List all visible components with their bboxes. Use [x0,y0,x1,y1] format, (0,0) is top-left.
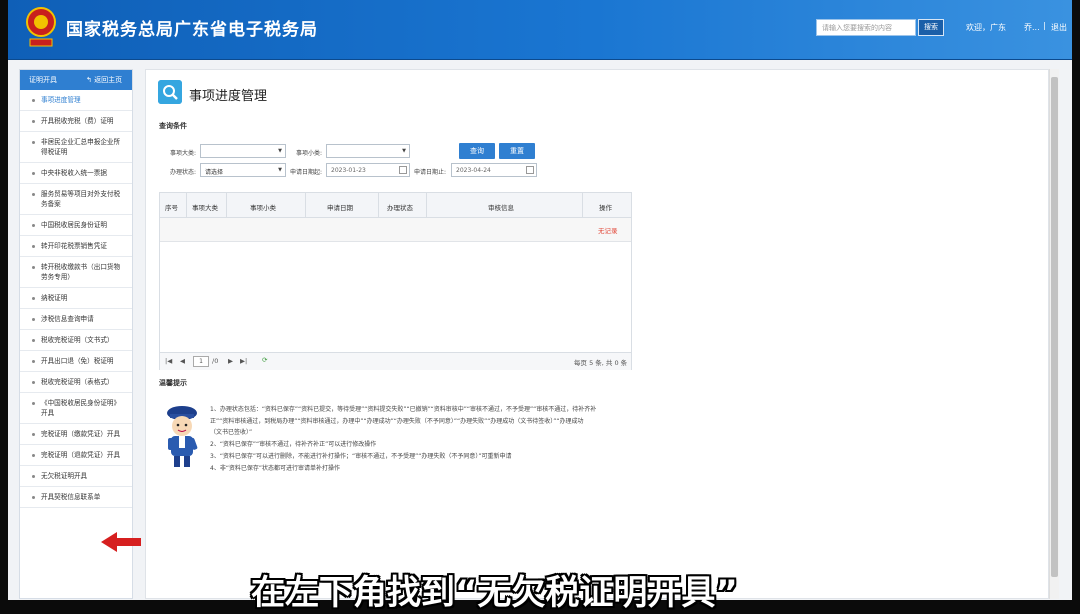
tip-line: 3、“资料已保存”可以进行删除，不能进行补打操作；“审核不通过，不予受理”“办理… [210,453,512,460]
prev-page-icon[interactable]: ◀ [180,357,185,365]
tip-line: 2、“资料已保存”“审核不通过，待补齐补正”可以进行修改操作 [210,441,377,448]
col-divider [426,193,427,218]
sidebar-item-table-cert[interactable]: 税收完税证明（表格式） [20,372,132,393]
sidebar-item-info-query[interactable]: 涉税信息查询申请 [20,309,132,330]
status-select[interactable]: 请选择 ▼ [200,163,286,177]
end-date-value: 2023-04-24 [456,167,491,174]
search-input[interactable]: 请输入您要搜索的内容 [816,19,916,36]
user-name[interactable]: 乔... [1024,22,1040,33]
end-date-label: 申请日期止: [414,169,447,176]
sidebar-item-deed-tax[interactable]: 开具契税信息联系单 [20,487,132,508]
tax-officer-mascot-icon [167,406,198,467]
col-status: 办理状态 [387,204,413,212]
no-record-text: 无记录 [598,227,618,235]
first-page-icon[interactable]: |◀ [165,357,172,365]
back-arrow-icon: ↰ [86,76,95,84]
reset-button[interactable]: 重置 [499,143,535,159]
sidebar-item-payment-voucher[interactable]: 完税证明（缴款凭证）开具 [20,424,132,445]
last-page-icon[interactable]: ▶| [240,357,247,365]
search-button[interactable]: 搜索 [918,19,944,36]
sidebar-item-export-payment[interactable]: 转开税收缴款书（出口货物劳务专用） [20,257,132,288]
query-section-label: 查询条件 [159,122,187,130]
tip-line: 1、办理状态包括：“资料已保存”“资料已提交，等待受理”“资料提交失败”“已撤销… [210,406,597,413]
start-date-input[interactable]: 2023-01-23 [326,163,410,177]
col-apply-date: 申请日期 [327,204,353,212]
result-table: 序号 事项大类 事项小类 申请日期 办理状态 审核信息 操作 |◀ ◀ 1 /0… [159,192,632,370]
page-title: 事项进度管理 [189,89,268,104]
query-button[interactable]: 查询 [459,143,495,159]
sidebar-item-progress[interactable]: 事项进度管理 [20,90,132,111]
chevron-down-icon: ▼ [278,167,282,173]
refresh-icon[interactable]: ⟳ [262,356,267,364]
status-label: 办理状态: [170,169,197,176]
sidebar-item-tax-payment-cert[interactable]: 开具税收完税（费）证明 [20,111,132,132]
sidebar-item-resident-cert[interactable]: 中国税收居民身份证明 [20,215,132,236]
sidebar-item-resident-cert-issue[interactable]: 《中国税收居民身份证明》开具 [20,393,132,424]
tips-title: 温馨提示 [159,379,187,387]
sidebar-header: 证明开具 ↰ 返回主页 [20,70,132,90]
status-select-value: 请选择 [205,169,224,176]
sidebar-item-foreign-payment[interactable]: 服务贸易等项目对外支付税务备案 [20,184,132,215]
col-divider [226,193,227,218]
calendar-icon[interactable] [399,166,407,174]
scroll-thumb[interactable] [1051,77,1058,577]
main-scrollbar[interactable] [1049,69,1059,599]
matter-sub-select[interactable]: ▼ [326,144,410,158]
col-matter-type: 事项大类 [192,204,218,212]
col-operation: 操作 [599,204,612,212]
col-index: 序号 [165,204,178,212]
top-banner: 国家税务总局广东省电子税务局 请输入您要搜索的内容 搜索 欢迎，广东 乔... … [8,0,1072,60]
sidebar-item-doc-cert[interactable]: 税收完税证明（文书式） [20,330,132,351]
table-header: 序号 事项大类 事项小类 申请日期 办理状态 审核信息 操作 [160,193,631,218]
col-divider [582,193,583,218]
screen: 国家税务总局广东省电子税务局 请输入您要搜索的内容 搜索 欢迎，广东 乔... … [0,0,1080,613]
col-divider [305,193,306,218]
chevron-down-icon: ▼ [402,148,406,154]
sidebar-item-tax-cert[interactable]: 纳税证明 [20,288,132,309]
welcome-text: 欢迎，广东 [966,23,1006,32]
total-pages: /0 [212,357,219,365]
tip-line: 4、非“资料已保存”状态都可进行审请单补打操作 [210,465,341,472]
sidebar-title: 证明开具 [29,76,57,84]
site-title: 国家税务总局广东省电子税务局 [66,20,318,40]
matter-type-label: 事项大类: [170,150,197,157]
red-arrow-icon [101,532,141,552]
next-page-icon[interactable]: ▶ [228,357,233,365]
header-separator: | [1043,21,1046,30]
end-date-input[interactable]: 2023-04-24 [451,163,537,177]
tip-line: （文书已签收）” [210,429,253,436]
logout-link[interactable]: 退出 [1051,22,1067,33]
sidebar: 证明开具 ↰ 返回主页 事项进度管理 开具税收完税（费）证明 非居民企业汇总申报… [19,69,133,599]
matter-type-select[interactable]: ▼ [200,144,286,158]
back-home-label: 返回主页 [94,76,123,84]
matter-sub-label: 事项小类: [296,150,323,157]
sidebar-item-nonresident-cert[interactable]: 非居民企业汇总申报企业所得税证明 [20,132,132,163]
tip-line: 正”“资料审核通过，到税局办理”“资料审核通过，办理中”“办理成功”“办理失败（… [210,418,584,425]
search-icon [158,80,182,104]
table-pager: |◀ ◀ 1 /0 ▶ ▶| ⟳ 每页 5 条, 共 0 条 [160,352,631,370]
page-number-input[interactable]: 1 [193,356,209,367]
start-date-label: 申请日期起: [290,169,323,176]
back-home-link[interactable]: ↰ 返回主页 [86,75,122,85]
calendar-icon[interactable] [526,166,534,174]
table-row [160,218,631,242]
sidebar-item-stamp-voucher[interactable]: 转开印花税票销售凭证 [20,236,132,257]
sidebar-item-refund-voucher[interactable]: 完税证明（退款凭证）开具 [20,445,132,466]
video-subtitle: 在左下角找到“无欠税证明开具” [251,573,738,613]
start-date-value: 2023-01-23 [331,167,366,174]
sidebar-item-export-refund-cert[interactable]: 开具出口退（免）税证明 [20,351,132,372]
pager-summary: 每页 5 条, 共 0 条 [574,359,628,367]
sidebar-item-no-arrears-cert[interactable]: 无欠税证明开具 [20,466,132,487]
sidebar-item-nontax-receipt[interactable]: 中央非税收入统一票据 [20,163,132,184]
national-emblem-icon [26,7,56,47]
chevron-down-icon: ▼ [278,148,282,154]
col-review-info: 审核信息 [488,204,514,212]
col-divider [378,193,379,218]
col-matter-sub: 事项小类 [250,204,276,212]
col-divider [186,193,187,218]
